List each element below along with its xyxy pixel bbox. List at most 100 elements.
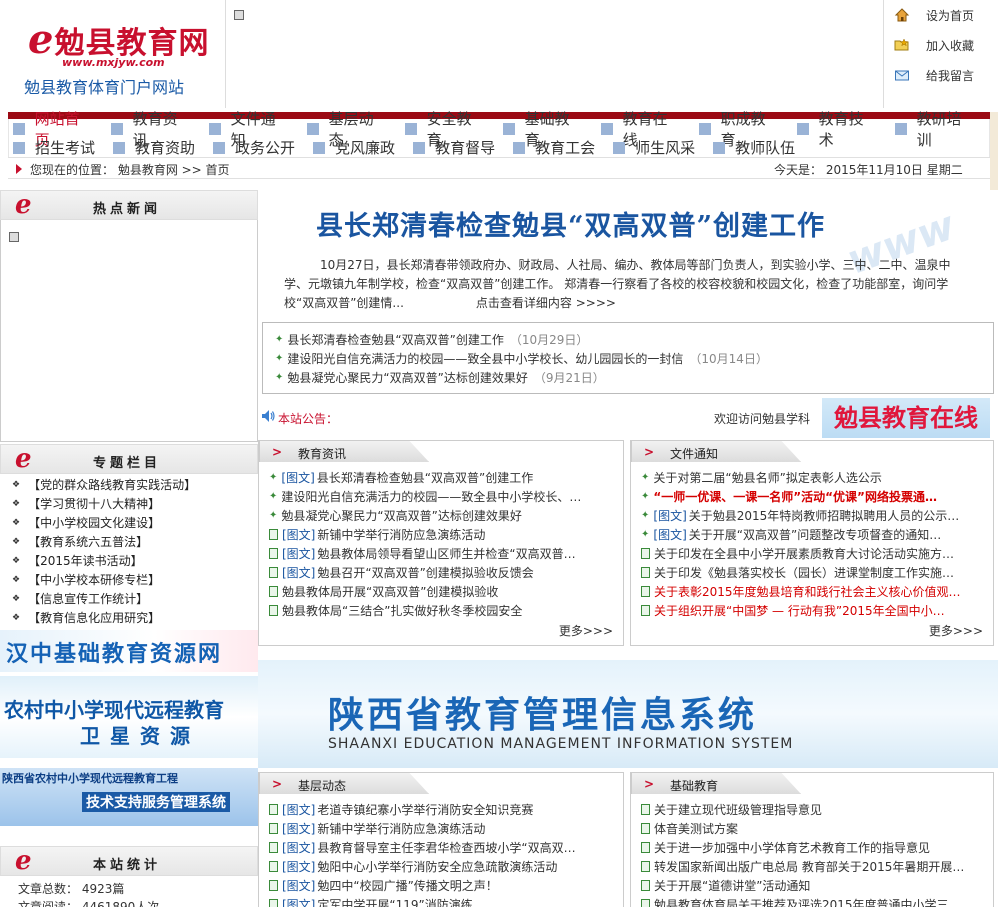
news-item[interactable]: [图文] 定军中学开展“119”消防演练 [269,896,473,907]
document-icon [269,899,278,907]
nav-item[interactable]: 招生考试 [9,137,95,158]
document-icon [641,899,650,907]
edu-news-tab[interactable]: > 教育资讯 [259,440,429,462]
topic-item-label: 【中小学校园文化建设】 [28,516,161,530]
news-item[interactable]: 勉县教体局“三结合”扎实做好秋冬季校园安全 [269,602,522,619]
news-item[interactable]: [图文] 新铺中学举行消防应急演练活动 [269,820,485,837]
news-item[interactable]: 关于组织开展“中国梦 — 行动有我”2015年全国中小… [641,602,945,619]
grassroots-tab[interactable]: > 基层动态 [259,772,429,794]
news-item-tag: [图文] [282,860,316,874]
news-item-tag: [图文] [282,898,316,907]
set-homepage-link[interactable]: 设为首页 [894,4,974,26]
topics-header: e 专题栏目 [0,444,258,474]
logo-url: www.mxjyw.com [62,56,165,69]
nav-item[interactable]: 教研培训 [891,108,975,150]
add-favorite-link[interactable]: 加入收藏 [894,34,974,56]
news-item-title: 勉四中“校园广播”传播文明之声！ [317,879,498,893]
news-item[interactable]: 体音美测试方案 [641,820,738,837]
topic-item[interactable]: ❖ 【2015年读书活动】 [12,552,143,569]
chevron-right-icon: > [272,777,283,791]
news-item[interactable]: [图文] 老道寺镇纪寨小学举行消防安全知识竞赛 [269,801,533,818]
topic-item[interactable]: ❖ 【教育系统六五普法】 [12,533,148,550]
news-item[interactable]: 关于建立现代班级管理指导意见 [641,801,822,818]
basic-edu-tab[interactable]: > 基础教育 [631,772,801,794]
news-item[interactable]: [图文] 勉县召开“双高双普”创建模拟验收反馈会 [269,564,534,581]
news-item[interactable]: 勉县教体局开展“双高双普”创建模拟验收 [269,583,498,600]
nav-item[interactable]: 教育督导 [409,137,495,158]
news-item[interactable]: ✦ [图文] 关于勉县2015年特岗教师招聘拟聘用人员的公示… [641,507,959,524]
document-icon [269,586,278,597]
news-item[interactable]: [图文] 勉四中“校园广播”传播文明之声！ [269,877,498,894]
news-item[interactable]: [图文] 勉阳中心小学举行消防安全应急疏散演练活动 [269,858,557,875]
topic-item[interactable]: ❖ 【党的群众路线教育实践活动】 [12,476,196,493]
notice-label: 本站公告： [278,412,339,426]
topic-item-label: 【党的群众路线教育实践活动】 [28,478,197,492]
breadcrumb[interactable]: 您现在的位置： 勉县教育网 >> 首页 [30,161,230,178]
hanzhong-resource-banner[interactable]: 汉中基础教育资源网 [0,630,258,672]
side-decoration [990,112,998,192]
headline-related-item[interactable]: ✦ 勉县凝党心聚民力“双高双普”达标创建效果好 （9月21日） [275,369,605,386]
news-item[interactable]: [图文] 新铺中学举行消防应急演练活动 [269,526,485,543]
news-item[interactable]: ✦ [图文] 县长郑清春检查勉县“双高双普”创建工作 [269,469,533,486]
main-nav: 网站首页 教育资讯 文件通知 基层动态 安全教育 基础教育 教育在线 职成教育 教育技术 教研培训… [8,110,990,158]
stats-title: 本站统计 [93,858,162,873]
topic-item[interactable]: ❖ 【学习贯彻十八大精神】 [12,495,160,512]
nav-item[interactable]: 政务公开 [209,137,295,158]
home-icon [894,7,910,23]
news-item[interactable]: ✦ 勉县凝党心聚民力“双高双普”达标创建效果好 [269,507,522,524]
nav-item[interactable]: 教师队伍 [709,137,795,158]
news-item[interactable]: 勉县教育体育局关于推荐及评选2015年度普通中小学三… [641,896,961,907]
news-item[interactable]: 关于表彰2015年度勉县培育和践行社会主义核心价值观… [641,583,961,600]
news-item-title: 关于表彰2015年度勉县培育和践行社会主义核心价值观… [654,585,961,599]
nav-item-label: 教育督导 [435,139,496,157]
nav-item[interactable]: 党风廉政 [309,137,395,158]
guestbook-link[interactable]: 给我留言 [894,64,974,86]
nav-bullet-icon [113,141,126,154]
nav-bullet-icon [209,122,221,135]
news-item[interactable]: 关于开展“道德讲堂”活动通知 [641,877,810,894]
satellite-resource-banner[interactable]: 农村中小学现代远程教育 卫星资源 [0,676,258,758]
headline-related-item[interactable]: ✦ 县长郑清春检查勉县“双高双普”创建工作 （10月29日） [275,331,588,348]
headline-title[interactable]: 县长郑清春检查勉县“双高双普”创建工作 [316,204,825,243]
news-item-title: 新铺中学举行消防应急演练活动 [317,528,486,542]
tech-support-banner[interactable]: 陕西省农村中小学现代远程教育工程 技术支持服务管理系统 [0,768,258,826]
news-item[interactable]: ✦ 建设阳光自信充满活力的校园——致全县中小学校长、… [269,488,581,505]
nav-item[interactable]: 教育工会 [509,137,595,158]
shaanxi-edu-system-subtitle: SHAANXI EDUCATION MANAGEMENT INFORMATION… [328,736,794,752]
edu-news-more-link[interactable]: 更多>>> [559,622,613,639]
stats-header: e 本站统计 [0,846,258,876]
topic-item[interactable]: ❖ 【教育信息化应用研究】 [12,609,160,626]
satellite-resource-sublabel: 卫星资源 [80,724,200,748]
news-item[interactable]: 转发国家新闻出版广电总局 教育部关于2015年暑期开展… [641,858,964,875]
nav-item[interactable]: 教育资助 [109,137,195,158]
news-item[interactable]: ✦ “一师一优课、一课一名师”活动“优课”网络投票通… [641,488,937,505]
document-icon [641,842,650,853]
mianxian-online-banner[interactable]: 勉县教育在线 [822,398,990,438]
news-item[interactable]: [图文] 勉县教体局领导看望山区师生并检查“双高双普… [269,545,576,562]
nav-bullet-icon [699,122,711,135]
headline-more-link[interactable]: 点击查看详细内容 >>>> [476,296,616,310]
news-item[interactable]: 关于印发《勉县落实校长（园长）进课堂制度工作实施… [641,564,954,581]
topic-item[interactable]: ❖ 【中小学校园文化建设】 [12,514,160,531]
news-item[interactable]: ✦ 关于对第二届“勉县名师”拟定表彰人选公示 [641,469,882,486]
news-item-title: 勉县召开“双高双普”创建模拟验收反馈会 [317,566,534,580]
site-logo[interactable]: e勉县教育网 www.mxjyw.com 勉县教育体育门户网站 [0,0,226,108]
document-icon [269,804,278,815]
star-icon: ✦ [275,334,284,345]
nav-item[interactable]: 师生风采 [609,137,695,158]
nav-item-label: 教育技术 [818,109,864,149]
news-item-title: 关于印发在全县中小学开展素质教育大讨论活动实施方… [654,547,955,561]
headline-related-item[interactable]: ✦ 建设阳光自信充满活力的校园——致全县中小学校长、幼儿园园长的一封信 （10月14… [275,350,768,367]
news-item[interactable]: [图文] 县教育督导室主任李君华检查西坡小学“双高双… [269,839,576,856]
document-icon [641,548,650,559]
news-item[interactable]: ✦ [图文] 关于开展“双高双普”问题整改专项督查的通知… [641,526,941,543]
topic-item[interactable]: ❖ 【信息宣传工作统计】 [12,590,148,607]
topic-item[interactable]: ❖ 【中小学校本研修专栏】 [12,571,160,588]
headline-related-date: （10月14日） [689,352,768,366]
file-notice-more-link[interactable]: 更多>>> [929,622,983,639]
news-item[interactable]: 关于印发在全县中小学开展素质教育大讨论活动实施方… [641,545,954,562]
news-item[interactable]: 关于进一步加强中小学体育艺术教育工作的指导意见 [641,839,930,856]
file-notice-tab[interactable]: > 文件通知 [631,440,801,462]
shaanxi-edu-system-banner[interactable]: 陕西省教育管理信息系统 SHAANXI EDUCATION MANAGEMENT… [258,660,998,768]
news-item-title: 老道寺镇纪寨小学举行消防安全知识竞赛 [317,803,534,817]
